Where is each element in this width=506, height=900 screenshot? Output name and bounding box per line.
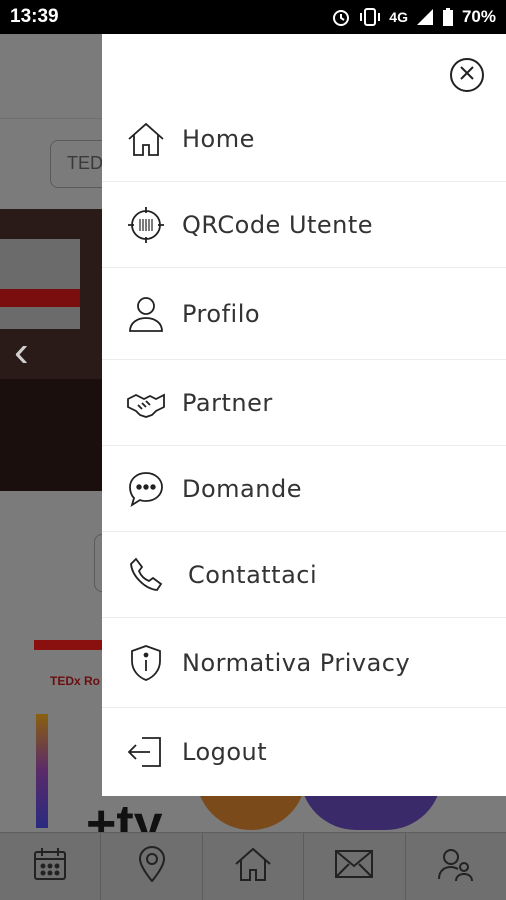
qrcode-icon bbox=[124, 203, 168, 247]
calendar-icon bbox=[31, 845, 69, 888]
bottom-nav bbox=[0, 832, 506, 900]
menu-item-logout[interactable]: Logout bbox=[102, 708, 506, 796]
nav-tab-map[interactable] bbox=[101, 833, 203, 900]
vibrate-icon bbox=[359, 7, 381, 27]
battery-percent: 70% bbox=[461, 7, 496, 26]
user-icon bbox=[124, 292, 168, 336]
menu-item-label: Normativa Privacy bbox=[182, 648, 411, 677]
nav-tab-home[interactable] bbox=[203, 833, 305, 900]
home-icon bbox=[233, 845, 273, 888]
battery-icon bbox=[442, 7, 454, 27]
menu-item-profilo[interactable]: Profilo bbox=[102, 268, 506, 360]
navigation-drawer: Home QRCode Utente Profilo Partner Doman… bbox=[102, 34, 506, 796]
menu-item-home[interactable]: Home bbox=[102, 96, 506, 182]
carousel-red-strip bbox=[0, 289, 80, 307]
users-icon bbox=[436, 845, 476, 888]
nav-tab-mail[interactable] bbox=[304, 833, 406, 900]
nav-tab-users[interactable] bbox=[406, 833, 506, 900]
alarm-icon bbox=[331, 7, 351, 27]
chat-bubble-icon bbox=[124, 467, 168, 511]
mail-icon bbox=[334, 848, 374, 885]
menu-item-label: Profilo bbox=[182, 299, 261, 328]
signal-icon bbox=[416, 8, 434, 26]
tedx-logo: TEDx Ro bbox=[50, 674, 101, 688]
status-bar: 13:39 4G 70% bbox=[0, 0, 506, 34]
menu-item-label: Home bbox=[182, 124, 255, 153]
nav-tab-calendar[interactable] bbox=[0, 833, 102, 900]
drawer-menu: Home QRCode Utente Profilo Partner Doman… bbox=[102, 96, 506, 796]
phone-icon bbox=[124, 553, 168, 597]
menu-item-label: Partner bbox=[182, 388, 273, 417]
status-icons: 4G 70% bbox=[331, 7, 496, 27]
event-carousel: ‹ bbox=[0, 209, 110, 491]
menu-item-label: Domande bbox=[182, 474, 302, 503]
menu-item-normativa-privacy[interactable]: Normativa Privacy bbox=[102, 618, 506, 708]
menu-item-label: Logout bbox=[182, 738, 268, 766]
background-gradient-bar bbox=[36, 714, 48, 828]
carousel-stage-screen bbox=[0, 239, 80, 329]
close-button[interactable] bbox=[450, 58, 484, 92]
menu-item-qrcode[interactable]: QRCode Utente bbox=[102, 182, 506, 268]
menu-item-label: Contattaci bbox=[188, 560, 318, 589]
carousel-prev-icon: ‹ bbox=[14, 327, 29, 376]
menu-item-contattaci[interactable]: Contattaci bbox=[102, 532, 506, 618]
shield-info-icon bbox=[124, 641, 168, 685]
home-icon bbox=[124, 117, 168, 161]
menu-item-label: QRCode Utente bbox=[182, 210, 374, 239]
network-label: 4G bbox=[389, 9, 408, 25]
carousel-audience bbox=[0, 379, 110, 491]
close-icon bbox=[459, 65, 475, 86]
menu-item-partner[interactable]: Partner bbox=[102, 360, 506, 446]
status-time: 13:39 bbox=[10, 6, 59, 27]
logout-icon bbox=[124, 730, 168, 774]
map-pin-icon bbox=[137, 845, 167, 888]
handshake-icon bbox=[124, 381, 168, 425]
menu-item-domande[interactable]: Domande bbox=[102, 446, 506, 532]
